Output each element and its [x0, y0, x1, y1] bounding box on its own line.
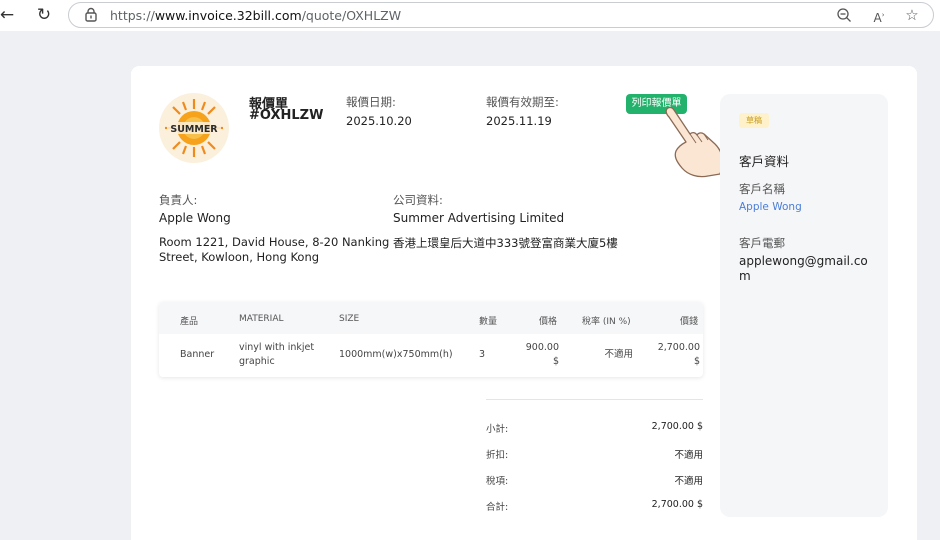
- items-table: 產品 MATERIAL SIZE 數量 價格 稅率 (IN %) 價錢 Bann…: [159, 302, 703, 377]
- cell-material-line2: graphic: [239, 356, 275, 367]
- column-header-material: MATERIAL: [239, 314, 284, 324]
- valid-until-label: 報價有效期至:: [486, 95, 559, 109]
- discount-label: 折扣:: [486, 450, 509, 461]
- valid-until-date: 2025.11.19: [486, 114, 552, 128]
- cell-material-line1: vinyl with inkjet: [239, 342, 315, 353]
- totals-divider: [486, 399, 703, 400]
- column-header-tax-rate: 稅率 (IN %): [582, 317, 631, 327]
- column-header-product: 產品: [180, 317, 199, 327]
- items-table-header: 產品 MATERIAL SIZE 數量 價格 稅率 (IN %) 價錢: [159, 302, 703, 334]
- owner-label: 負責人:: [159, 193, 198, 207]
- customer-name-label: 客戶名稱: [739, 182, 785, 196]
- browser-toolbar: ← ↻ https://www.invoice.32bill.com/quote…: [0, 0, 940, 31]
- subtotal-value: 2,700.00 $: [651, 421, 703, 432]
- company-logo: SUMMER: [159, 93, 229, 163]
- column-header-size: SIZE: [339, 314, 360, 324]
- owner-name: Apple Wong: [159, 211, 231, 225]
- cell-price-line2: $: [552, 356, 559, 367]
- column-header-amount: 價錢: [680, 317, 699, 327]
- status-badge: 草稿: [739, 113, 769, 128]
- cell-amount-line1: 2,700.00: [657, 342, 700, 353]
- company-address: 香港上環皇后大道中333號登富商業大廈5樓: [393, 236, 618, 250]
- quote-number: #OXHLZW: [249, 108, 324, 123]
- customer-name-link[interactable]: Apple Wong: [739, 201, 802, 213]
- cell-tax: 不適用: [604, 349, 633, 360]
- address-bar[interactable]: https://www.invoice.32bill.com/quote/OXH…: [68, 2, 934, 28]
- reload-icon[interactable]: ↻: [33, 4, 55, 26]
- tax-value: 不適用: [674, 476, 703, 487]
- customer-email: applewong@gmail.com: [739, 254, 868, 283]
- owner-address-line2: Street, Kowloon, Hong Kong: [159, 250, 320, 264]
- total-label: 合計:: [486, 502, 509, 513]
- cell-size: 1000mm(w)x750mm(h): [339, 349, 453, 360]
- discount-value: 不適用: [674, 450, 703, 461]
- owner-address-line1: Room 1221, David House, 8-20 Nanking: [159, 235, 390, 249]
- company-label: 公司資料:: [393, 193, 443, 207]
- tax-label: 稅項:: [486, 476, 509, 487]
- zoom-out-icon[interactable]: [835, 6, 853, 24]
- column-header-quantity: 數量: [479, 317, 498, 327]
- pointing-hand-icon: [665, 106, 724, 178]
- lock-icon[interactable]: [83, 7, 99, 23]
- quote-date: 2025.10.20: [346, 114, 412, 128]
- company-name: Summer Advertising Limited: [393, 211, 565, 225]
- favorite-star-icon[interactable]: ☆: [903, 6, 921, 24]
- svg-text:SUMMER: SUMMER: [170, 124, 218, 135]
- back-icon[interactable]: ←: [0, 4, 18, 26]
- quote-date-label: 報價日期:: [346, 95, 396, 109]
- subtotal-label: 小計:: [486, 424, 509, 435]
- cell-quantity: 3: [479, 349, 486, 360]
- address-url[interactable]: https://www.invoice.32bill.com/quote/OXH…: [110, 8, 401, 23]
- column-header-price: 價格: [539, 317, 558, 327]
- customer-section-title: 客戶資料: [739, 154, 790, 169]
- cell-product: Banner: [180, 349, 215, 360]
- customer-email-label: 客戶電郵: [739, 236, 785, 250]
- cell-amount-line2: $: [693, 356, 700, 367]
- read-aloud-icon[interactable]: A›: [870, 6, 888, 25]
- total-value: 2,700.00 $: [651, 499, 703, 510]
- cell-price-line1: 900.00: [525, 342, 559, 353]
